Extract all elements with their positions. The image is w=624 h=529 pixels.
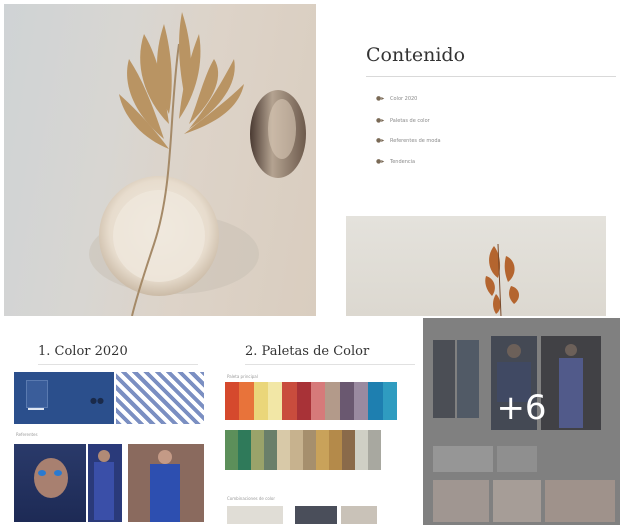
contents-item-label: Tendencia (390, 159, 416, 165)
contents-item: ●▸ Paletas de color (376, 117, 430, 124)
color-swatch (225, 430, 238, 470)
classic-blue-swatch: ●● (14, 372, 114, 424)
color-swatch (342, 430, 355, 470)
color-swatch (225, 382, 240, 420)
color-swatch (310, 382, 326, 420)
blue-pattern-swatch (116, 372, 204, 424)
section-divider (245, 364, 415, 365)
combination-swatch (295, 506, 337, 524)
color-2020-page[interactable]: 1. Color 2020 ●● Referentes (4, 318, 209, 525)
dried-flower-photo (346, 216, 606, 316)
palette-row-1 (225, 382, 397, 420)
references-label: Referentes (16, 432, 38, 437)
color-2020-title: 1. Color 2020 (38, 344, 128, 359)
color-swatch (282, 382, 297, 420)
blue-dress-photo (128, 444, 204, 522)
color-swatch (355, 430, 368, 470)
color-swatch (303, 430, 316, 470)
contents-page[interactable]: Contenido ●▸ Color 2020 ●▸ Paletas de co… (318, 4, 620, 316)
color-swatch (238, 430, 251, 470)
contents-item-label: Color 2020 (390, 96, 418, 102)
hero-photo[interactable] (4, 4, 316, 316)
bullet-icon: ●▸ (376, 137, 385, 144)
contents-item: ●▸ Referentes de moda (376, 137, 441, 144)
combination-swatch (227, 506, 283, 524)
color-swatch (382, 382, 397, 420)
color-swatch (368, 382, 383, 420)
contents-item-label: Referentes de moda (390, 138, 441, 144)
color-swatch (290, 430, 303, 470)
contents-title: Contenido (366, 44, 466, 66)
dried-flower-illustration (485, 243, 520, 316)
color-palettes-page[interactable]: 2. Paletas de Color Paleta principal Com… (211, 318, 421, 525)
palette-row-2 (225, 430, 381, 470)
bullet-icon: ●▸ (376, 158, 385, 165)
color-swatch (296, 382, 311, 420)
color-swatch (277, 430, 290, 470)
bullet-icon: ●▸ (376, 117, 385, 124)
contents-item-label: Paletas de color (390, 118, 430, 124)
color-swatch (325, 382, 340, 420)
contents-item: ●▸ Tendencia (376, 158, 416, 165)
contents-item: ●▸ Color 2020 (376, 95, 418, 102)
color-palettes-title: 2. Paletas de Color (245, 344, 370, 359)
more-count-label: +6 (496, 388, 547, 428)
color-swatch (329, 430, 342, 470)
color-swatch (251, 430, 264, 470)
color-swatch (353, 382, 369, 420)
main-palette-label: Paleta principal (227, 374, 258, 379)
color-swatch (267, 382, 283, 420)
color-swatch (264, 430, 277, 470)
combination-swatch (341, 506, 377, 524)
color-swatch (368, 430, 381, 470)
section-divider (38, 364, 198, 365)
blue-outfit-photo (88, 444, 122, 522)
combinations-label: Combinaciones de color (227, 496, 276, 501)
blue-makeup-photo (14, 444, 86, 522)
more-images-tile[interactable]: +6 (423, 318, 620, 525)
color-swatch (253, 382, 268, 420)
hero-still-life-illustration (89, 12, 306, 316)
color-swatch (339, 382, 354, 420)
contents-divider (366, 76, 616, 77)
color-swatch (239, 382, 254, 420)
color-swatch (316, 430, 329, 470)
bullet-icon: ●▸ (376, 95, 385, 102)
